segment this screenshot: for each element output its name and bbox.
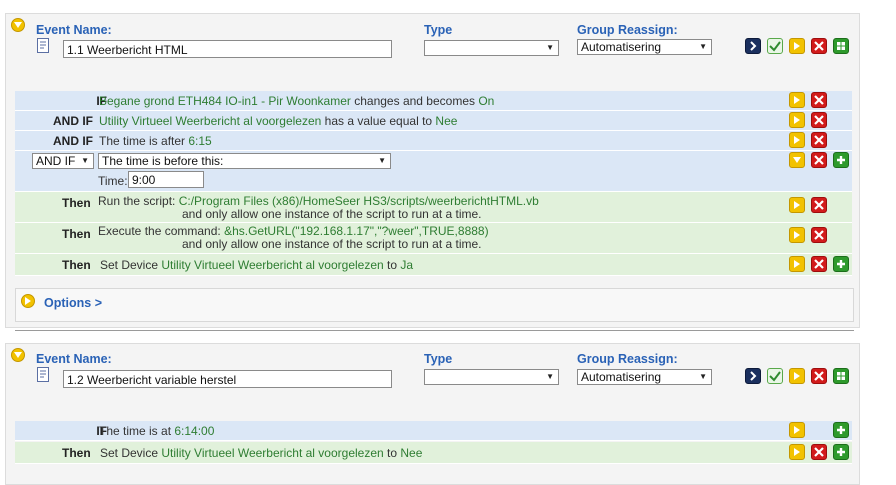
condition-edit-row: AND IF ▼ The time is before this: ▼ Time… bbox=[15, 151, 852, 192]
options-expand-icon[interactable] bbox=[21, 294, 35, 308]
dropdown-arrow-icon: ▼ bbox=[699, 372, 707, 381]
collapse-icon[interactable] bbox=[11, 348, 25, 362]
type-select[interactable]: ▼ bbox=[424, 40, 559, 56]
group-reassign-value: Automatisering bbox=[581, 40, 662, 54]
group-reassign-label: Group Reassign: bbox=[577, 23, 678, 37]
condition-text[interactable]: The time is after 6:15 bbox=[99, 134, 212, 148]
action-keyword: Then bbox=[62, 446, 91, 460]
dropdown-arrow-icon: ▼ bbox=[81, 156, 89, 165]
collapse-condition-button[interactable] bbox=[789, 152, 805, 168]
delete-condition-button[interactable] bbox=[811, 132, 827, 148]
action-text-line2: and only allow one instance of the scrip… bbox=[182, 237, 482, 251]
edit-action-button[interactable] bbox=[789, 197, 805, 213]
group-reassign-label: Group Reassign: bbox=[577, 352, 678, 366]
dropdown-arrow-icon: ▼ bbox=[546, 43, 554, 52]
action-row-1: Then Run the script: C:/Program Files (x… bbox=[15, 192, 852, 223]
dropdown-arrow-icon: ▼ bbox=[546, 372, 554, 381]
run-event-button[interactable] bbox=[745, 368, 761, 384]
logic-select[interactable]: AND IF ▼ bbox=[32, 153, 94, 169]
condition-keyword: AND IF bbox=[53, 134, 93, 148]
type-select[interactable]: ▼ bbox=[424, 369, 559, 385]
type-label: Type bbox=[424, 23, 453, 37]
condition-type-select[interactable]: The time is before this: ▼ bbox=[98, 153, 391, 169]
action-text[interactable]: Set Device Utility Virtueel Weerbericht … bbox=[100, 258, 413, 272]
event-name-label: Event Name: bbox=[36, 352, 112, 366]
enable-check-icon[interactable] bbox=[767, 38, 783, 54]
event-name-input[interactable]: 1.1 Weerbericht HTML bbox=[63, 40, 392, 58]
event-properties-button[interactable] bbox=[833, 38, 849, 54]
time-label: Time: bbox=[98, 174, 128, 188]
action-keyword: Then bbox=[62, 227, 91, 241]
options-box bbox=[15, 288, 854, 322]
edit-condition-button[interactable] bbox=[789, 92, 805, 108]
edit-condition-button[interactable] bbox=[789, 422, 805, 438]
condition-row-1: IF The time is at 6:14:00 bbox=[15, 421, 852, 441]
edit-event-button[interactable] bbox=[789, 38, 805, 54]
collapse-icon[interactable] bbox=[11, 18, 25, 32]
delete-condition-button[interactable] bbox=[811, 152, 827, 168]
delete-action-button[interactable] bbox=[811, 227, 827, 243]
event-separator bbox=[15, 330, 854, 331]
condition-row-3: AND IF The time is after 6:15 bbox=[15, 131, 852, 151]
edit-condition-button[interactable] bbox=[789, 132, 805, 148]
action-row-1: Then Set Device Utility Virtueel Weerber… bbox=[15, 442, 852, 464]
time-input[interactable]: 9:00 bbox=[128, 171, 204, 188]
dropdown-arrow-icon: ▼ bbox=[378, 156, 386, 165]
add-condition-button[interactable] bbox=[833, 422, 849, 438]
action-keyword: Then bbox=[62, 258, 91, 272]
enable-check-icon[interactable] bbox=[767, 368, 783, 384]
edit-action-button[interactable] bbox=[789, 256, 805, 272]
action-text[interactable]: Set Device Utility Virtueel Weerbericht … bbox=[100, 446, 422, 460]
group-reassign-select[interactable]: Automatisering ▼ bbox=[577, 369, 712, 385]
options-link[interactable]: Options > bbox=[44, 296, 102, 310]
condition-text[interactable]: The time is at 6:14:00 bbox=[99, 424, 214, 438]
add-condition-button[interactable] bbox=[833, 152, 849, 168]
condition-row-2: AND IF Utility Virtueel Weerbericht al v… bbox=[15, 111, 852, 131]
condition-row-1: IF Begane grond ETH484 IO-in1 - Pir Woon… bbox=[15, 91, 852, 111]
edit-action-button[interactable] bbox=[789, 444, 805, 460]
action-text-line2: and only allow one instance of the scrip… bbox=[182, 207, 482, 221]
edit-event-button[interactable] bbox=[789, 368, 805, 384]
group-reassign-value: Automatisering bbox=[581, 370, 662, 384]
edit-condition-button[interactable] bbox=[789, 112, 805, 128]
delete-action-button[interactable] bbox=[811, 256, 827, 272]
edit-action-button[interactable] bbox=[789, 227, 805, 243]
dropdown-arrow-icon: ▼ bbox=[699, 42, 707, 51]
action-row-2: Then Execute the command: &hs.GetURL("19… bbox=[15, 223, 852, 254]
event-name-input[interactable]: 1.2 Weerbericht variable herstel bbox=[63, 370, 392, 388]
add-action-button[interactable] bbox=[833, 444, 849, 460]
delete-event-button[interactable] bbox=[811, 368, 827, 384]
condition-keyword: AND IF bbox=[53, 114, 93, 128]
group-reassign-select[interactable]: Automatisering ▼ bbox=[577, 39, 712, 55]
event-properties-button[interactable] bbox=[833, 368, 849, 384]
action-keyword: Then bbox=[62, 196, 91, 210]
logic-select-value: AND IF bbox=[36, 154, 76, 168]
event-doc-icon[interactable] bbox=[37, 367, 49, 382]
delete-action-button[interactable] bbox=[811, 444, 827, 460]
event-name-label: Event Name: bbox=[36, 23, 112, 37]
delete-condition-button[interactable] bbox=[811, 92, 827, 108]
delete-condition-button[interactable] bbox=[811, 112, 827, 128]
condition-type-value: The time is before this: bbox=[102, 154, 224, 168]
action-row-3: Then Set Device Utility Virtueel Weerber… bbox=[15, 254, 852, 276]
action-text[interactable]: Run the script: C:/Program Files (x86)/H… bbox=[98, 194, 539, 208]
run-event-button[interactable] bbox=[745, 38, 761, 54]
condition-text[interactable]: Utility Virtueel Weerbericht al voorgele… bbox=[99, 114, 457, 128]
add-action-button[interactable] bbox=[833, 256, 849, 272]
event-doc-icon[interactable] bbox=[37, 38, 49, 53]
type-label: Type bbox=[424, 352, 453, 366]
condition-text[interactable]: Begane grond ETH484 IO-in1 - Pir Woonkam… bbox=[99, 94, 494, 108]
delete-event-button[interactable] bbox=[811, 38, 827, 54]
delete-action-button[interactable] bbox=[811, 197, 827, 213]
action-text[interactable]: Execute the command: &hs.GetURL("192.168… bbox=[98, 224, 489, 238]
